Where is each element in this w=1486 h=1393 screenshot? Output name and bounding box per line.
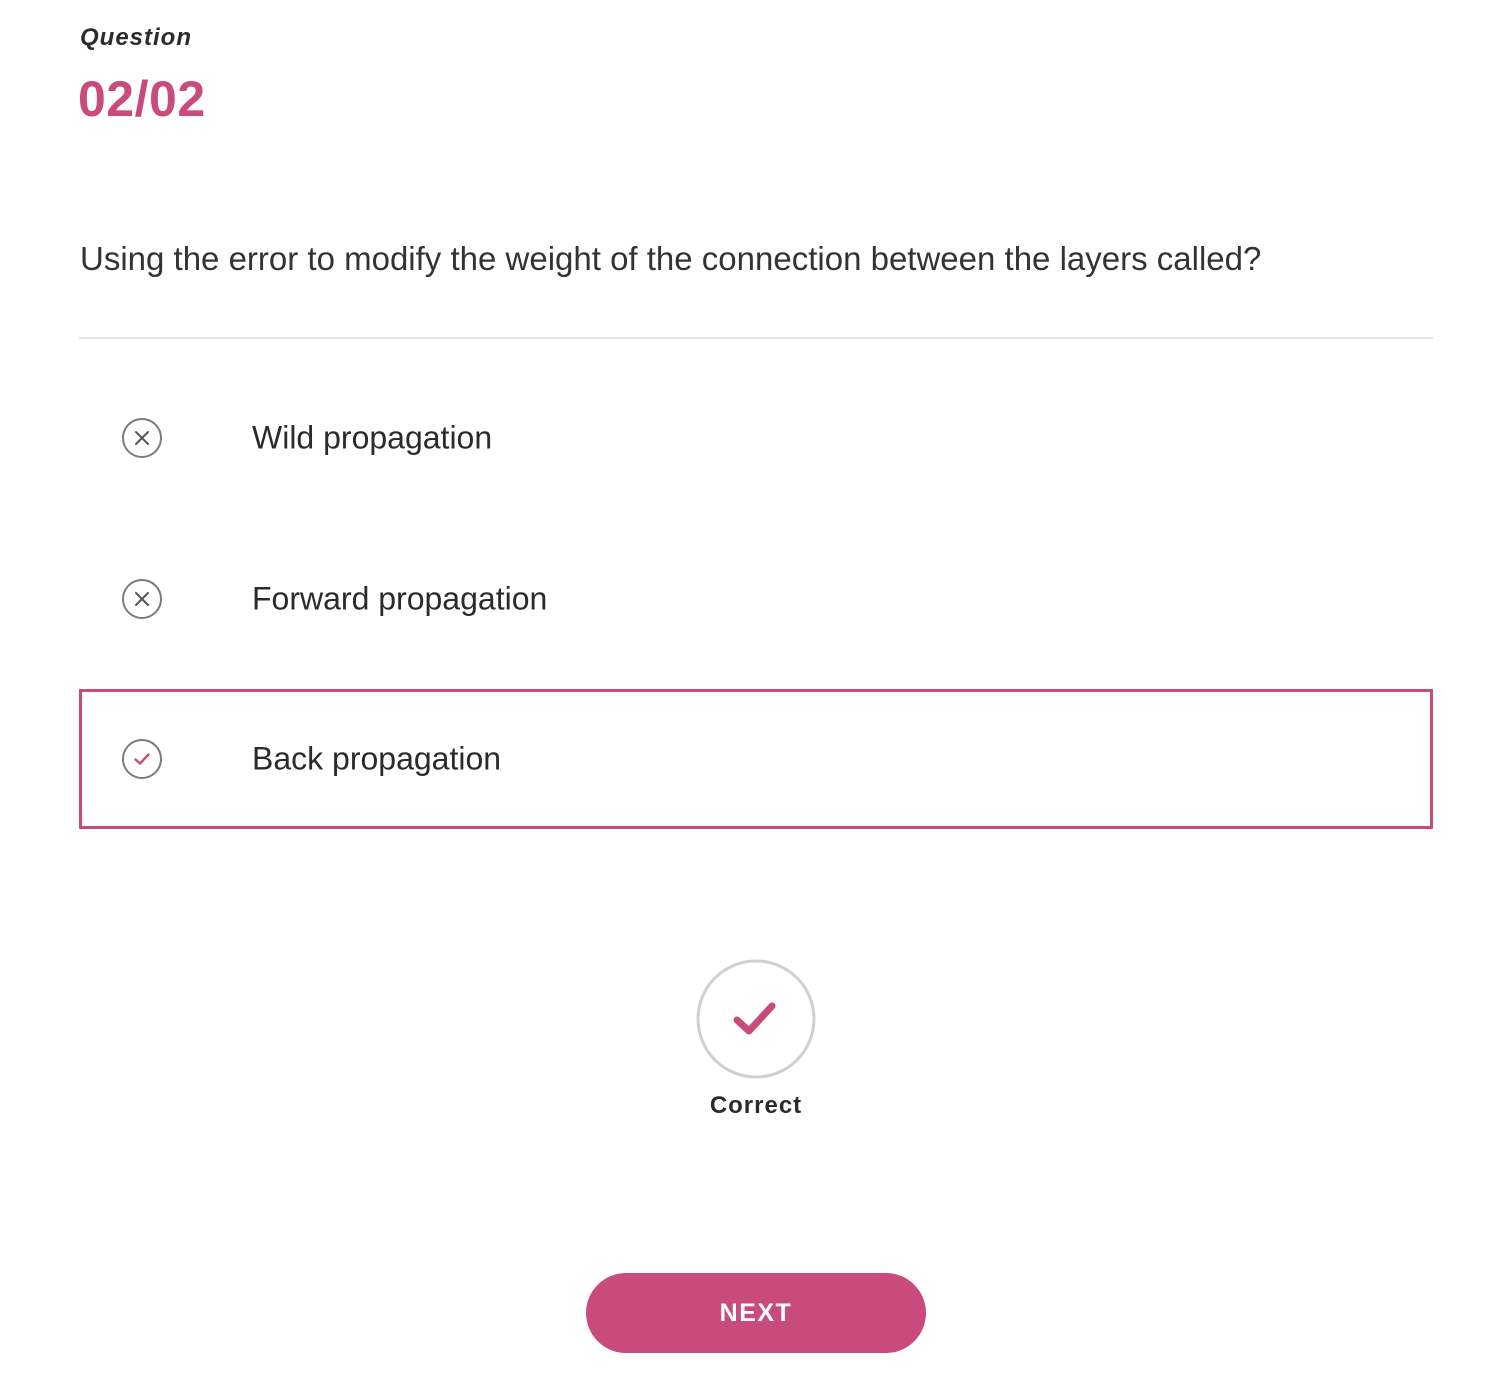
- answer-option-label: Wild propagation: [252, 419, 493, 456]
- answer-option-wild-propagation[interactable]: Wild propagation: [79, 368, 1433, 508]
- question-text: Using the error to modify the weight of …: [80, 240, 1262, 277]
- correct-check-icon: [696, 959, 816, 1079]
- answer-option-label: Back propagation: [252, 740, 502, 777]
- check-circle-icon: [122, 739, 162, 779]
- next-button[interactable]: NEXT: [586, 1273, 926, 1353]
- answer-option-label: Forward propagation: [252, 580, 548, 617]
- answer-option-back-propagation[interactable]: Back propagation: [79, 689, 1433, 829]
- answer-option-forward-propagation[interactable]: Forward propagation: [79, 529, 1433, 669]
- x-circle-icon: [122, 418, 162, 458]
- divider: [79, 337, 1433, 339]
- result-label: Correct: [709, 1092, 803, 1119]
- question-counter: 02/02: [78, 71, 206, 127]
- x-circle-icon: [122, 579, 162, 619]
- question-label: Question: [80, 24, 193, 51]
